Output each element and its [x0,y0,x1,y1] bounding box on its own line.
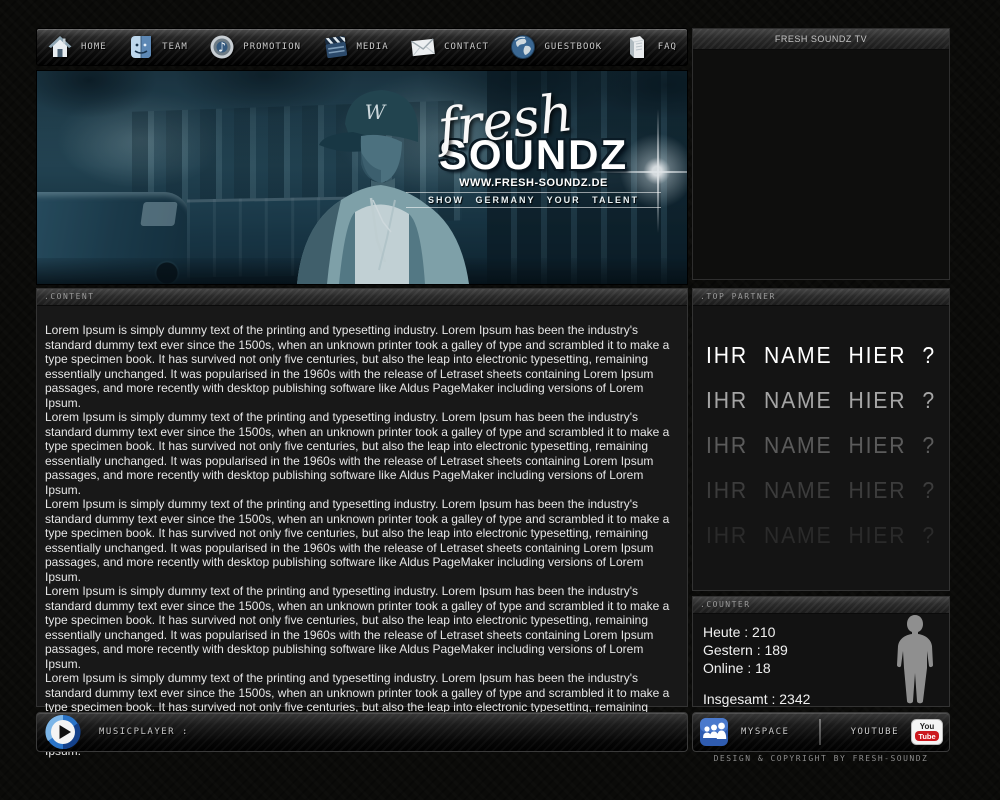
svg-text:You: You [920,722,935,731]
partner-slot[interactable]: IHR NAME HIER ? [703,423,939,468]
logo-tagline: SHOW GERMANY YOUR TALENT [406,192,661,208]
counter-header: .COUNTER [693,597,949,614]
youtube-label: YOUTUBE [851,727,899,737]
main-nav: HOME TEAM ♪ PROMOTION MEDIA CONTACT GUESTBOOK F… [36,28,688,66]
myspace-label: MYSPACE [741,727,789,737]
nav-item-label: FAQ [658,42,677,52]
logo-website-url: WWW.FRESH-SOUNDZ.DE [406,177,661,189]
header-banner: W fresh SOUNDZ WWW.FRESH-SOUNDZ.DE SHOW … [36,70,688,285]
top-partner-panel: .TOP PARTNER IHR NAME HIER ?IHR NAME HIE… [692,288,950,591]
myspace-link[interactable]: MYSPACE [699,717,789,747]
partner-slot[interactable]: IHR NAME HIER ? [703,513,939,558]
nav-item-contact[interactable]: CONTACT [410,29,489,65]
content-body: Lorem Ipsum is simply dummy text of the … [37,306,687,758]
counter-panel: .COUNTER Heute : 210Gestern : 189Online … [692,596,950,707]
partner-slot[interactable]: IHR NAME HIER ? [703,333,939,378]
play-icon[interactable] [45,714,81,750]
content-panel: .CONTENT Lorem Ipsum is simply dummy tex… [36,288,688,707]
youtube-link[interactable]: YOUTUBE You Tube [851,719,943,745]
guestbook-icon [510,34,536,60]
nav-item-label: TEAM [162,42,188,52]
promotion-icon: ♪ [209,34,235,60]
media-icon [323,34,349,60]
content-paragraph: Lorem Ipsum is simply dummy text of the … [45,584,681,671]
nav-item-promotion[interactable]: ♪ PROMOTION [209,29,301,65]
tv-panel: FRESH SOUNDZ TV [692,28,950,280]
tv-video-area[interactable] [693,50,949,279]
nav-item-guestbook[interactable]: GUESTBOOK [510,29,602,65]
nav-item-label: GUESTBOOK [544,42,602,52]
nav-item-label: MEDIA [357,42,389,52]
myspace-icon [699,717,729,747]
musicplayer-label: MUSICPLAYER : [99,727,189,737]
social-bar: MYSPACE YOUTUBE You Tube [692,712,950,752]
top-partner-list: IHR NAME HIER ?IHR NAME HIER ?IHR NAME H… [693,306,949,558]
nav-item-home[interactable]: HOME [47,29,107,65]
site-logo: fresh SOUNDZ WWW.FRESH-SOUNDZ.DE SHOW GE… [406,95,661,208]
nav-item-faq[interactable]: FAQ [624,29,677,65]
social-divider [819,719,821,745]
nav-item-label: CONTACT [444,42,489,52]
content-paragraph: Lorem Ipsum is simply dummy text of the … [45,410,681,497]
faq-icon [624,34,650,60]
partner-slot[interactable]: IHR NAME HIER ? [703,468,939,513]
svg-text:♪: ♪ [218,41,226,56]
youtube-icon: You Tube [911,719,943,745]
nav-item-team[interactable]: TEAM [128,29,188,65]
counter-body: Heute : 210Gestern : 189Online : 18 Insg… [693,614,949,707]
top-partner-header: .TOP PARTNER [693,289,949,306]
home-icon [47,34,73,60]
team-icon [128,34,154,60]
person-silhouette-icon [887,613,943,705]
nav-item-label: PROMOTION [243,42,301,52]
tv-header: FRESH SOUNDZ TV [693,29,949,50]
nav-item-label: HOME [81,42,107,52]
nav-item-media[interactable]: MEDIA [323,29,389,65]
content-header: .CONTENT [37,289,687,306]
partner-slot[interactable]: IHR NAME HIER ? [703,378,939,423]
copyright-text: DESIGN & COPYRIGHT BY FRESH-SOUNDZ [692,754,950,763]
content-paragraph: Lorem Ipsum is simply dummy text of the … [45,497,681,584]
contact-icon [410,34,436,60]
content-paragraph: Lorem Ipsum is simply dummy text of the … [45,323,681,410]
svg-text:Tube: Tube [918,732,935,741]
musicplayer-bar: MUSICPLAYER : [36,712,688,752]
